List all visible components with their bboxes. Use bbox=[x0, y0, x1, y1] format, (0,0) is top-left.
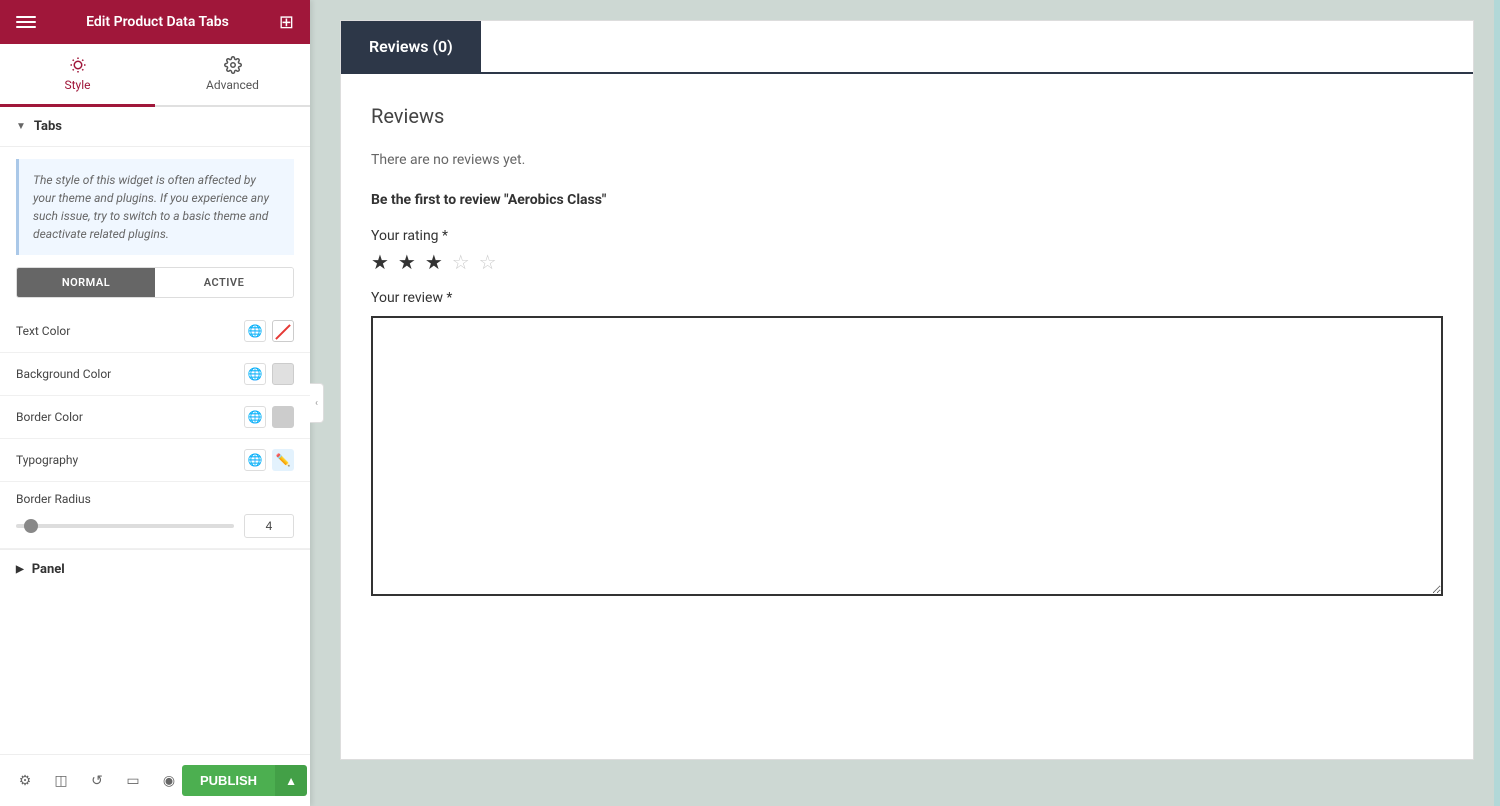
panel-header: Edit Product Data Tabs ⊞ bbox=[0, 0, 310, 44]
template-icon[interactable]: ▭ bbox=[120, 768, 146, 794]
star-4[interactable]: ☆ bbox=[452, 250, 472, 274]
tabs-section-header[interactable]: ▼ Tabs bbox=[0, 107, 310, 147]
panel-content: ▼ Tabs The style of this widget is often… bbox=[0, 107, 310, 806]
typography-label: Typography bbox=[16, 453, 244, 467]
typography-edit-btn[interactable]: ✏️ bbox=[272, 449, 294, 471]
history-icon[interactable]: ↺ bbox=[84, 768, 110, 794]
text-color-label: Text Color bbox=[16, 324, 244, 338]
star-1[interactable]: ★ bbox=[371, 250, 391, 274]
settings-icon[interactable]: ⚙ bbox=[12, 768, 38, 794]
publish-arrow-button[interactable]: ▲ bbox=[275, 765, 307, 796]
panel-arrow-icon: ▶ bbox=[16, 564, 24, 575]
border-color-swatch[interactable] bbox=[272, 406, 294, 428]
border-radius-slider[interactable] bbox=[16, 524, 234, 528]
tabs-section-label: Tabs bbox=[34, 119, 62, 134]
star-3[interactable]: ★ bbox=[425, 250, 445, 274]
panel-section: ▶ Panel bbox=[0, 549, 310, 589]
eye-icon[interactable]: ◉ bbox=[156, 768, 182, 794]
tab-advanced-label: Advanced bbox=[206, 78, 259, 92]
tab-advanced[interactable]: Advanced bbox=[155, 44, 310, 107]
panel-section-label: Panel bbox=[32, 562, 65, 577]
background-color-controls: 🌐 bbox=[244, 363, 294, 385]
hamburger-icon[interactable] bbox=[16, 12, 36, 32]
background-color-swatch[interactable] bbox=[272, 363, 294, 385]
review-content: Reviews There are no reviews yet. Be the… bbox=[341, 74, 1473, 630]
collapse-handle[interactable]: ‹ bbox=[310, 383, 324, 423]
tabs-info-text: The style of this widget is often affect… bbox=[33, 173, 269, 241]
normal-active-toggle[interactable]: NORMAL ACTIVE bbox=[16, 267, 294, 298]
layers-icon[interactable]: ◫ bbox=[48, 768, 74, 794]
toggle-active[interactable]: ACTIVE bbox=[155, 268, 293, 297]
left-panel: Edit Product Data Tabs ⊞ Style Advanced … bbox=[0, 0, 310, 806]
border-radius-label: Border Radius bbox=[16, 492, 294, 506]
your-rating-label: Your rating * bbox=[371, 228, 1443, 244]
tab-strip: Reviews (0) bbox=[341, 21, 1473, 74]
bottom-icons-group: ⚙ ◫ ↺ ▭ ◉ bbox=[12, 768, 182, 794]
border-color-global-btn[interactable]: 🌐 bbox=[244, 406, 266, 428]
border-color-label: Border Color bbox=[16, 410, 244, 424]
border-radius-control: 4 bbox=[16, 514, 294, 538]
typography-global-btn[interactable]: 🌐 bbox=[244, 449, 266, 471]
no-reviews-text: There are no reviews yet. bbox=[371, 152, 1443, 168]
panel-bottom-bar: ⚙ ◫ ↺ ▭ ◉ PUBLISH ▲ bbox=[0, 754, 310, 806]
review-title: Reviews bbox=[371, 104, 1443, 128]
review-textarea[interactable] bbox=[371, 316, 1443, 596]
text-color-row: Text Color 🌐 bbox=[0, 310, 310, 353]
right-content-area: Reviews (0) Reviews There are no reviews… bbox=[310, 0, 1494, 806]
border-radius-row: Border Radius 4 bbox=[0, 482, 310, 549]
border-radius-value[interactable]: 4 bbox=[244, 514, 294, 538]
text-color-global-btn[interactable]: 🌐 bbox=[244, 320, 266, 342]
background-color-global-btn[interactable]: 🌐 bbox=[244, 363, 266, 385]
tab-style-label: Style bbox=[64, 78, 90, 92]
tab-style[interactable]: Style bbox=[0, 44, 155, 107]
star-5[interactable]: ☆ bbox=[479, 250, 499, 274]
star-rating[interactable]: ★ ★ ★ ☆ ☆ bbox=[371, 250, 1443, 274]
border-color-row: Border Color 🌐 bbox=[0, 396, 310, 439]
text-color-swatch[interactable] bbox=[272, 320, 294, 342]
publish-button[interactable]: PUBLISH bbox=[182, 765, 275, 796]
content-wrapper: Reviews (0) Reviews There are no reviews… bbox=[340, 20, 1474, 760]
typography-controls: 🌐 ✏️ bbox=[244, 449, 294, 471]
tabs-info-box: The style of this widget is often affect… bbox=[16, 159, 294, 255]
be-first-text: Be the first to review "Aerobics Class" bbox=[371, 192, 1443, 208]
reviews-tab[interactable]: Reviews (0) bbox=[341, 21, 481, 72]
panel-mode-tabs: Style Advanced bbox=[0, 44, 310, 107]
publish-group: PUBLISH ▲ bbox=[182, 765, 307, 796]
grid-icon[interactable]: ⊞ bbox=[279, 12, 294, 33]
panel-section-header[interactable]: ▶ Panel bbox=[0, 550, 310, 589]
star-2[interactable]: ★ bbox=[398, 250, 418, 274]
your-review-label: Your review * bbox=[371, 290, 1443, 306]
typography-row: Typography 🌐 ✏️ bbox=[0, 439, 310, 482]
border-color-controls: 🌐 bbox=[244, 406, 294, 428]
right-border-accent bbox=[1494, 0, 1500, 806]
background-color-row: Background Color 🌐 bbox=[0, 353, 310, 396]
toggle-normal[interactable]: NORMAL bbox=[17, 268, 155, 297]
background-color-label: Background Color bbox=[16, 367, 244, 381]
tabs-arrow-icon: ▼ bbox=[16, 121, 26, 132]
panel-title: Edit Product Data Tabs bbox=[86, 14, 229, 30]
text-color-controls: 🌐 bbox=[244, 320, 294, 342]
